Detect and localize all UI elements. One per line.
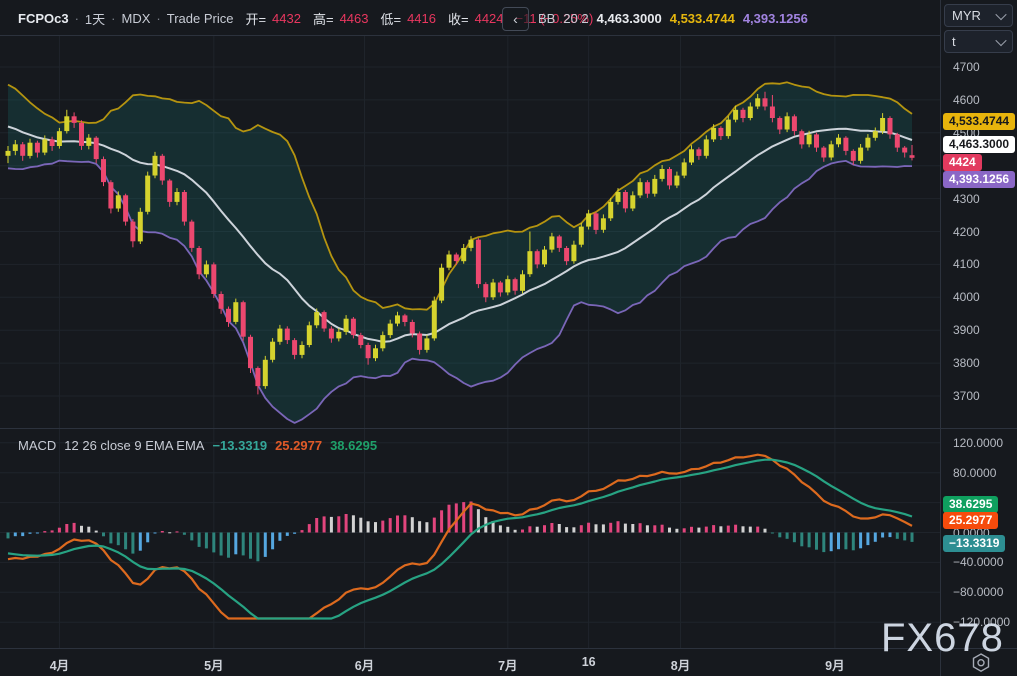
symbol-name: FCPOc3	[18, 11, 69, 26]
chevron-down-icon	[995, 34, 1006, 45]
macd-hist-badge: −13.3319	[943, 535, 1005, 552]
open-value: 4432	[272, 11, 301, 26]
bb-params: 20 2	[563, 11, 588, 26]
price-axis-label: 3700	[953, 388, 980, 404]
price-axis-label: 3800	[953, 355, 980, 371]
bb-lower-value: 4,393.1256	[743, 11, 808, 26]
high-value: 4463	[340, 11, 369, 26]
macd-axis-label: 80.0000	[953, 465, 996, 481]
macd-axis-label: 120.0000	[953, 435, 1003, 451]
price-axis-label: 4000	[953, 289, 980, 305]
bb-upper-badge: 4,533.4744	[943, 113, 1015, 130]
macd-line-value: 25.2977	[275, 438, 322, 453]
unit-select-value: t	[952, 34, 956, 49]
macd-signal-value: 38.6295	[330, 438, 377, 453]
currency-select[interactable]: MYR	[944, 4, 1013, 27]
close-label: 收=	[448, 9, 469, 28]
bb-basis-badge: 4,463.3000	[943, 136, 1015, 153]
exchange-label: MDX	[122, 11, 151, 26]
time-axis-label: 4月	[37, 655, 81, 674]
chart-canvas[interactable]	[0, 0, 1017, 676]
bb-indicator-legend[interactable]: BB 20 2 4,463.3000 4,533.4744 4,393.1256	[538, 8, 808, 28]
chevron-left-icon: ‹	[513, 11, 518, 27]
bb-lower-badge: 4,393.1256	[943, 171, 1015, 188]
macd-line-badge: 25.2977	[943, 512, 998, 529]
price-axis-label: 4600	[953, 92, 980, 108]
last-price-badge: 4424	[943, 154, 982, 171]
series-type-label: Trade Price	[167, 11, 234, 26]
open-label: 开=	[245, 9, 266, 28]
price-axis-label: 3900	[953, 322, 980, 338]
high-label: 高=	[313, 9, 334, 28]
price-axis-label: 4300	[953, 191, 980, 207]
currency-select-value: MYR	[952, 8, 981, 23]
time-axis-label: 9月	[813, 655, 857, 674]
unit-select[interactable]: t	[944, 30, 1013, 53]
time-axis-label: 5月	[192, 655, 236, 674]
macd-title: MACD	[18, 438, 56, 453]
bb-basis-value: 4,463.3000	[597, 11, 662, 26]
low-label: 低=	[380, 9, 401, 28]
separator-dot: ·	[156, 11, 160, 26]
macd-axis-label: −40.0000	[953, 554, 1003, 570]
price-axis-label: 4700	[953, 59, 980, 75]
separator-dot: ·	[111, 11, 115, 26]
macd-indicator-legend[interactable]: MACD 12 26 close 9 EMA EMA −13.3319 25.2…	[18, 436, 377, 454]
bb-title: BB	[538, 11, 555, 26]
macd-axis-label: −80.0000	[953, 584, 1003, 600]
settings-hexagon-icon	[964, 652, 998, 674]
macd-signal-badge: 38.6295	[943, 496, 998, 513]
time-axis-label: 16	[567, 655, 611, 669]
trading-chart-app: FCPOc3 · 1天 · MDX · Trade Price 开= 4432 高…	[0, 0, 1017, 676]
price-axis-label: 4100	[953, 256, 980, 272]
time-axis-label: 6月	[342, 655, 386, 674]
axis-settings-button[interactable]	[964, 652, 998, 676]
low-value: 4416	[407, 11, 436, 26]
bb-upper-value: 4,533.4744	[670, 11, 735, 26]
legend-collapse-button[interactable]: ‹	[502, 7, 529, 31]
interval-label: 1天	[85, 9, 105, 28]
close-value: 4424	[475, 11, 504, 26]
time-axis-label: 8月	[659, 655, 703, 674]
separator-dot: ·	[75, 11, 79, 26]
time-axis-label: 7月	[486, 655, 530, 674]
macd-params: 12 26 close 9 EMA EMA	[64, 438, 204, 453]
price-axis-label: 4200	[953, 224, 980, 240]
macd-hist-value: −13.3319	[212, 438, 267, 453]
chevron-down-icon	[995, 8, 1006, 19]
